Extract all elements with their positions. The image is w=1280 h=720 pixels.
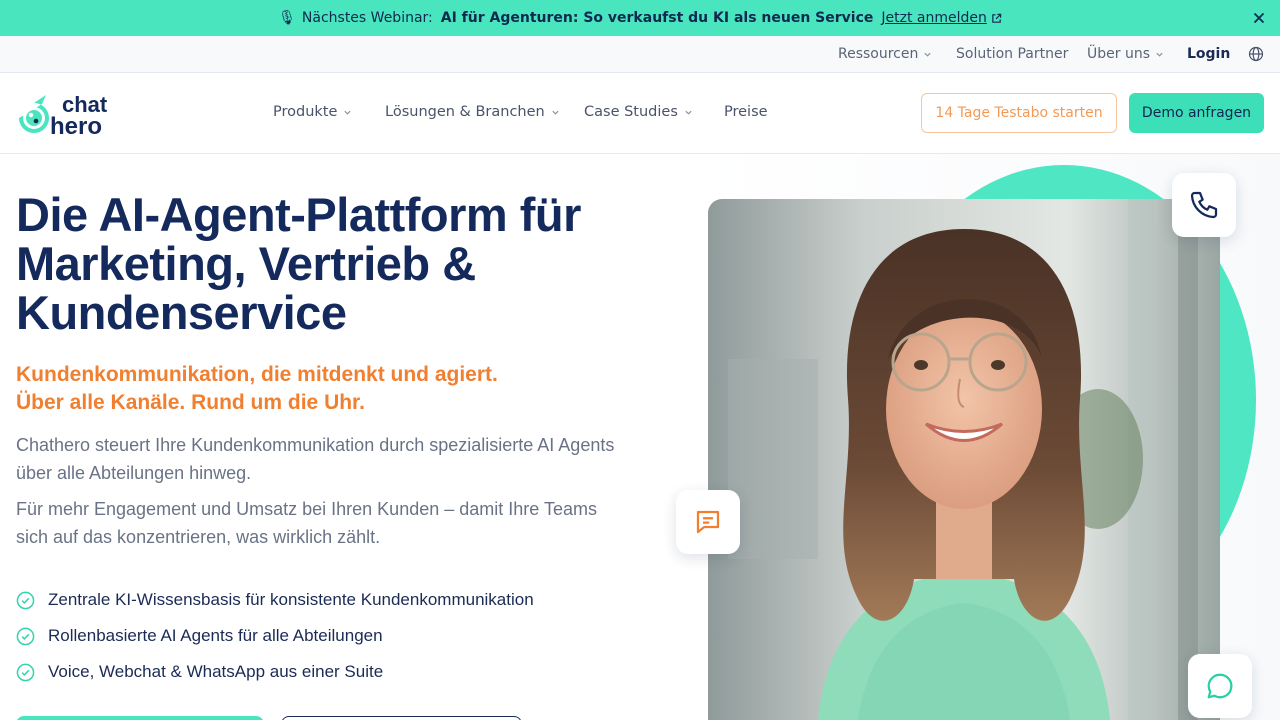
announcement-title: AI für Agenturen: So verkaufst du KI als… [440, 10, 874, 26]
feature-text: Rollenbasierte AI Agents für alle Abteil… [48, 626, 383, 645]
demo-button[interactable]: Demo anfragen [1129, 93, 1264, 133]
nav-label: Case Studies [584, 104, 678, 120]
main-nav: chat hero Produkte Lösungen & Branchen C… [0, 73, 1280, 154]
globe-icon[interactable] [1248, 46, 1264, 62]
nav-loesungen-branchen[interactable]: Lösungen & Branchen [385, 104, 560, 120]
chat-bubble-icon [1207, 673, 1233, 699]
check-circle-icon [16, 663, 35, 681]
utility-nav-ueber-uns[interactable]: Über uns [1087, 46, 1164, 62]
feature-item: Rollenbasierte AI Agents für alle Abteil… [16, 618, 636, 654]
hero-subheadline-line1: Kundenkommunikation, die mitdenkt und ag… [16, 363, 498, 386]
chathero-logo[interactable]: chat hero [16, 91, 120, 137]
nav-preise[interactable]: Preise [724, 104, 768, 120]
nav-produkte[interactable]: Produkte [273, 104, 352, 120]
feature-item: Voice, Webchat & WhatsApp aus einer Suit… [16, 654, 636, 690]
nav-case-studies[interactable]: Case Studies [584, 104, 693, 120]
chat-card[interactable] [676, 490, 740, 554]
nav-label: Produkte [273, 104, 338, 120]
chat-icon [696, 510, 720, 534]
hero-paragraph-2: Für mehr Engagement und Umsatz bei Ihren… [16, 499, 597, 547]
login-link[interactable]: Login [1187, 46, 1230, 62]
announcement-cta-label: Jetzt anmelden [881, 10, 987, 26]
utility-nav-label: Solution Partner [956, 46, 1069, 62]
close-icon[interactable] [1250, 9, 1268, 27]
check-circle-icon [16, 591, 35, 609]
utility-nav: Ressourcen Solution Partner Über uns Log… [0, 36, 1280, 73]
feature-text: Voice, Webchat & WhatsApp aus einer Suit… [48, 662, 384, 681]
chevron-down-icon [1156, 52, 1163, 57]
trial-button[interactable]: 14 Tage Testabo starten [921, 93, 1117, 133]
chat-bubble-card[interactable] [1188, 654, 1252, 718]
hero-subheadline-line2: Über alle Kanäle. Rund um die Uhr. [16, 391, 365, 414]
feature-item: Zentrale KI-Wissensbasis für konsistente… [16, 582, 636, 618]
chevron-down-icon [552, 110, 559, 115]
hero-subheadline: Kundenkommunikation, die mitdenkt und ag… [16, 361, 616, 417]
feature-list: Zentrale KI-Wissensbasis für konsistente… [16, 582, 636, 690]
announcement-cta-link[interactable]: Jetzt anmelden [881, 10, 1002, 26]
login-label: Login [1187, 46, 1231, 62]
feature-text: Zentrale KI-Wissensbasis für konsistente… [48, 590, 534, 609]
chevron-down-icon [344, 110, 352, 115]
nav-label: Preise [724, 104, 768, 120]
utility-nav-ressourcen[interactable]: Ressourcen [838, 46, 932, 62]
phone-card[interactable] [1172, 173, 1236, 237]
secondary-cta-button[interactable] [281, 716, 522, 720]
logo-text-bottom: hero [50, 113, 102, 137]
woman-portrait-illustration [708, 199, 1220, 720]
chevron-down-icon [685, 110, 692, 115]
primary-cta-button[interactable] [16, 716, 264, 720]
hero-headline: Die AI-Agent-Plattform für Marketing, Ve… [16, 188, 581, 339]
announcement-bar: 🎙 Nächstes Webinar: AI für Agenturen: So… [0, 0, 1280, 36]
utility-nav-label: Über uns [1087, 46, 1150, 62]
external-link-icon [992, 13, 1002, 23]
nav-label: Lösungen & Branchen [385, 104, 545, 120]
utility-nav-label: Ressourcen [838, 46, 919, 62]
microphone-icon: 🎙 [278, 10, 296, 26]
phone-icon [1190, 191, 1218, 219]
check-circle-icon [16, 627, 35, 645]
hero-paragraph-1: Chathero steuert Ihre Kundenkommunikatio… [16, 435, 615, 483]
chevron-down-icon [924, 52, 931, 57]
utility-nav-solution-partner[interactable]: Solution Partner [956, 46, 1068, 62]
hero-photo [708, 199, 1220, 720]
announcement-lead: Nächstes Webinar: [301, 10, 433, 26]
